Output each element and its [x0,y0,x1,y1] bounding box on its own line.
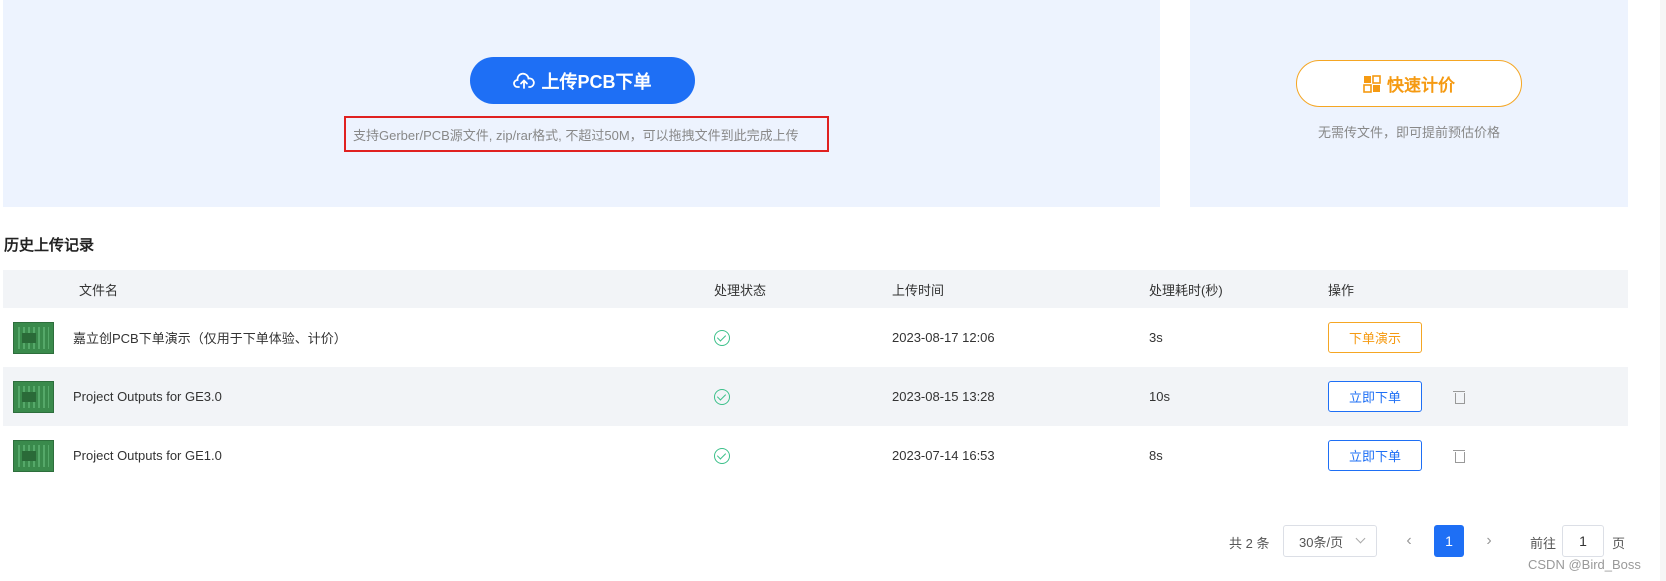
column-header-name: 文件名 [79,282,119,298]
upload-time: 2023-07-14 16:53 [892,448,995,463]
upload-time: 2023-08-17 12:06 [892,330,995,345]
goto-suffix: 页 [1612,536,1626,551]
watermark-text: CSDN @Bird_Boss [1528,557,1641,572]
pcb-thumbnail [13,439,54,472]
column-header-time: 上传时间 [892,282,945,298]
table-row: 嘉立创PCB下单演示（仅用于下单体验、计价） 2023-08-17 12:06 … [3,308,1628,367]
page-number-current[interactable]: 1 [1434,525,1464,557]
quick-quote-button[interactable]: 快速计价 [1296,60,1522,107]
page-size-value: 30条/页 [1299,534,1344,550]
pcb-thumbnail [13,321,54,354]
pagination-total: 共 2 条 [1229,536,1270,551]
table-row: Project Outputs for GE3.0 2023-08-15 13:… [3,367,1628,426]
success-check-icon [714,447,730,464]
goto-page-input[interactable] [1562,525,1604,557]
order-now-button[interactable]: 立即下单 [1328,440,1422,471]
column-header-status: 处理状态 [714,282,767,298]
success-check-icon [714,329,730,346]
next-page-button[interactable]: › [1475,525,1503,557]
order-now-button[interactable]: 立即下单 [1328,381,1422,412]
cloud-upload-icon [513,72,536,89]
page-size-select[interactable]: 30条/页 [1283,525,1377,557]
success-check-icon [714,388,730,405]
upload-hint: 支持Gerber/PCB源文件, zip/rar格式, 不超过50M，可以拖拽文… [344,116,829,152]
vertical-scrollbar[interactable] [1660,0,1666,581]
goto-label: 前往 [1530,536,1557,551]
table-row: Project Outputs for GE1.0 2023-07-14 16:… [3,426,1628,485]
process-duration: 3s [1149,330,1163,345]
process-duration: 10s [1149,389,1170,404]
chevron-down-icon [1355,533,1366,544]
upload-pcb-button-label: 上传PCB下单 [541,71,652,92]
column-header-duration: 处理耗时(秒) [1149,282,1223,298]
table-header: 文件名 处理状态 上传时间 处理耗时(秒) 操作 [3,270,1628,308]
delete-trash-icon[interactable] [1453,390,1467,404]
history-table: 文件名 处理状态 上传时间 处理耗时(秒) 操作 嘉立创PCB下单演示（仅用于下… [3,270,1628,485]
pagination: 共 2 条 30条/页 ‹ 1 › 前往 页 [0,525,1666,557]
pcb-thumbnail [13,380,54,413]
delete-trash-icon[interactable] [1453,449,1467,463]
file-name: Project Outputs for GE3.0 [73,389,222,404]
demo-order-button[interactable]: 下单演示 [1328,322,1422,353]
upload-pcb-button[interactable]: 上传PCB下单 [470,57,695,104]
process-duration: 8s [1149,448,1163,463]
prev-page-button[interactable]: ‹ [1395,525,1423,557]
file-name: Project Outputs for GE1.0 [73,448,222,463]
quick-quote-hint: 无需传文件，即可提前预估价格 [1317,125,1500,140]
upload-time: 2023-08-15 13:28 [892,389,995,404]
qr-grid-icon [1363,74,1381,93]
quick-quote-button-label: 快速计价 [1387,76,1455,95]
column-header-action: 操作 [1328,282,1355,298]
history-section-title: 历史上传记录 [4,237,95,254]
file-name: 嘉立创PCB下单演示（仅用于下单体验、计价） [73,331,347,346]
